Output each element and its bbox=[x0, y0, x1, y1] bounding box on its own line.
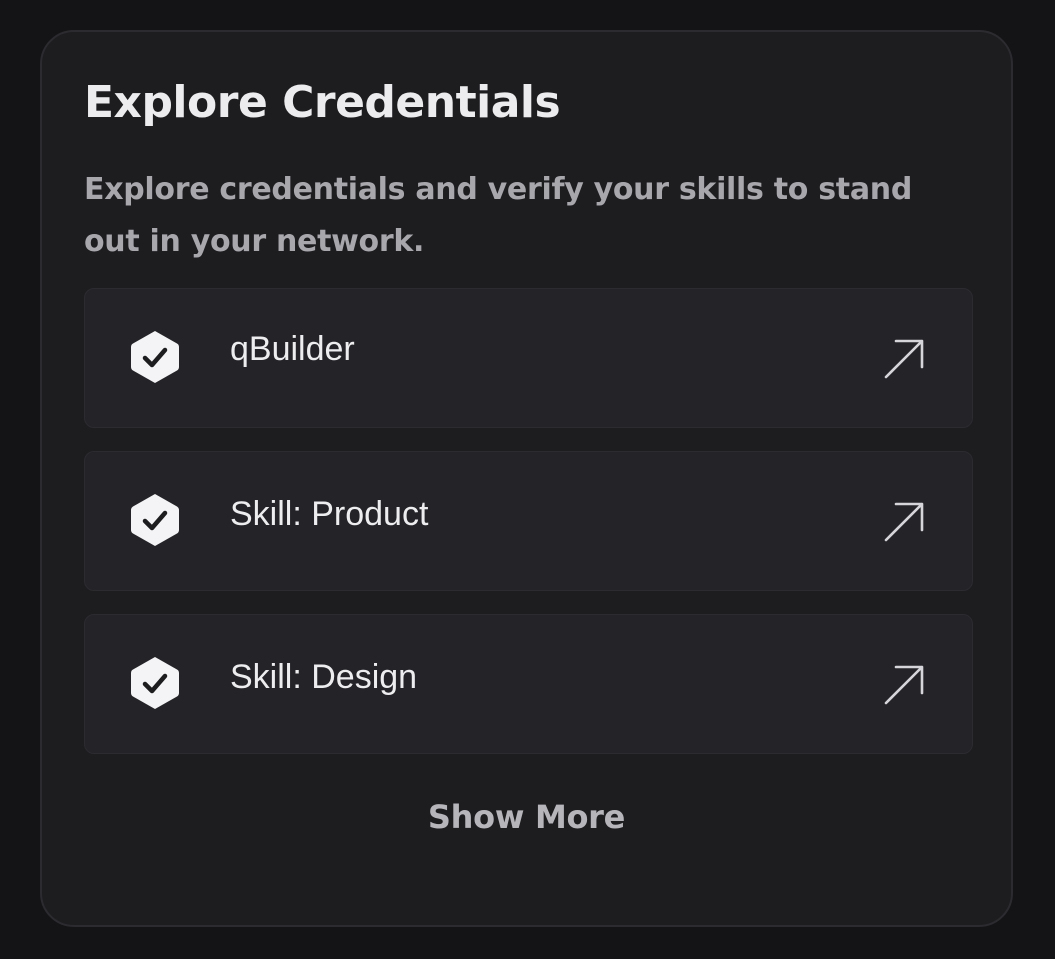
arrow-up-right-icon[interactable] bbox=[882, 500, 926, 544]
card-title: Explore Credentials bbox=[84, 77, 561, 128]
credential-label: Skill: Product bbox=[230, 495, 429, 533]
verified-badge-icon bbox=[129, 492, 181, 548]
credential-item-qbuilder[interactable]: qBuilder bbox=[84, 288, 973, 428]
credential-item-skill-product[interactable]: Skill: Product bbox=[84, 451, 973, 591]
arrow-up-right-icon[interactable] bbox=[882, 663, 926, 707]
credential-label: Skill: Design bbox=[230, 658, 418, 696]
show-more-button[interactable]: Show More bbox=[42, 798, 1011, 836]
explore-credentials-card: Explore Credentials Explore credentials … bbox=[40, 30, 1013, 927]
verified-badge-icon bbox=[129, 329, 181, 385]
verified-badge-icon bbox=[129, 655, 181, 711]
credential-item-skill-design[interactable]: Skill: Design bbox=[84, 614, 973, 754]
arrow-up-right-icon[interactable] bbox=[882, 337, 926, 381]
credential-label: qBuilder bbox=[230, 330, 355, 368]
card-description: Explore credentials and verify your skil… bbox=[84, 172, 912, 259]
